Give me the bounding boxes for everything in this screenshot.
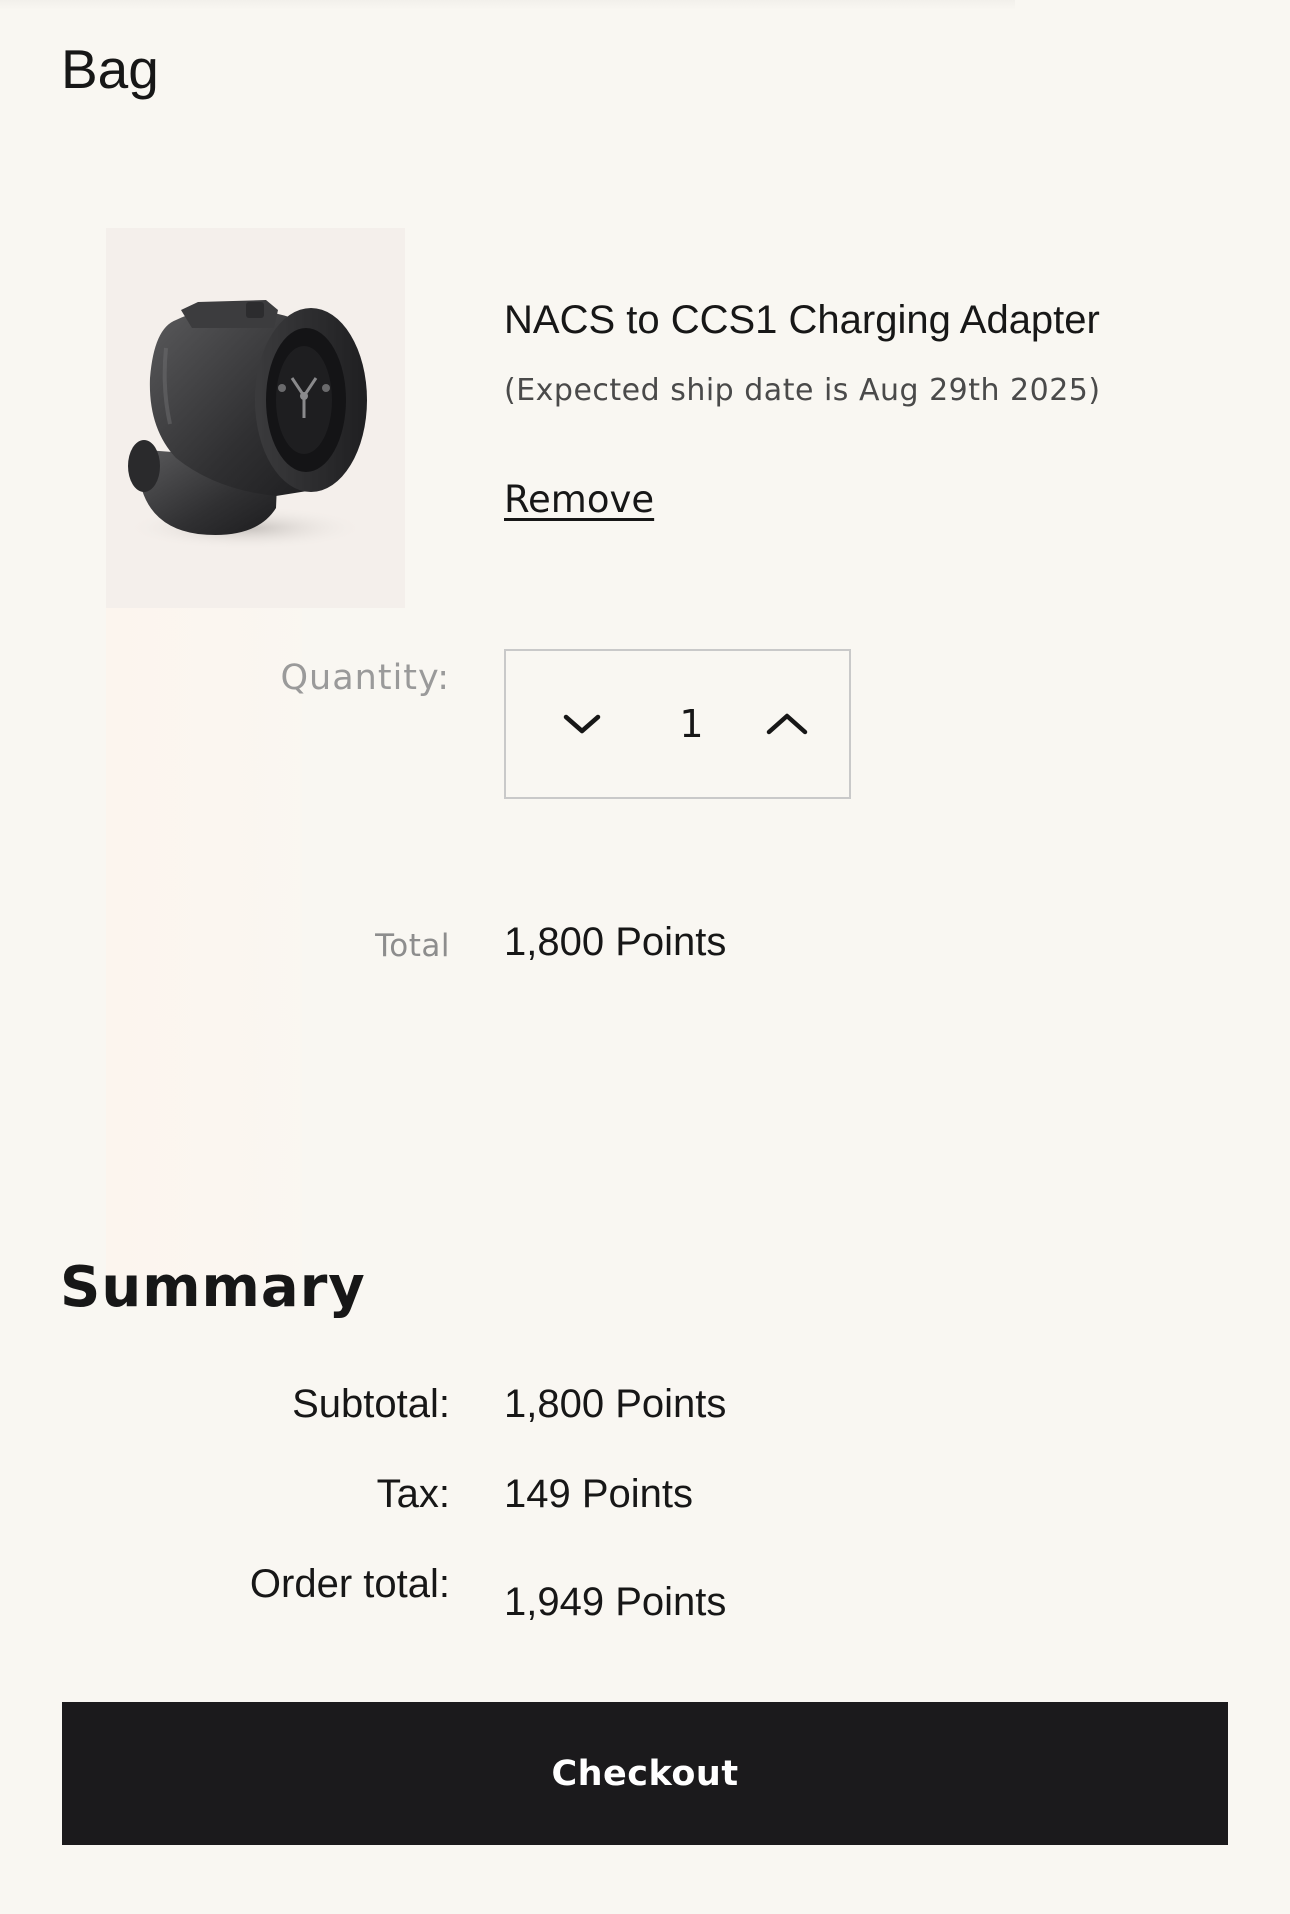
top-edge-divider (0, 0, 1015, 10)
expected-ship-date: (Expected ship date is Aug 29th 2025) (504, 373, 1101, 408)
product-name[interactable]: NACS to CCS1 Charging Adapter (504, 298, 1100, 342)
quantity-stepper: 1 (504, 649, 851, 799)
checkout-button[interactable]: Checkout (62, 1702, 1228, 1845)
decorative-background (106, 600, 302, 1290)
product-image (106, 228, 405, 608)
subtotal-value: 1,800 Points (504, 1382, 727, 1426)
item-total-label: Total (375, 928, 450, 964)
increase-quantity-button[interactable] (759, 696, 815, 752)
item-total-value: 1,800 Points (504, 920, 727, 964)
remove-item-link[interactable]: Remove (504, 478, 654, 521)
chevron-up-icon (766, 713, 808, 735)
order-total-value: 1,949 Points (504, 1580, 727, 1624)
summary-title: Summary (60, 1255, 366, 1320)
subtotal-label: Subtotal: (292, 1382, 450, 1426)
order-total-label: Order total: (249, 1562, 450, 1606)
chevron-down-icon (563, 714, 601, 734)
tax-value: 149 Points (504, 1472, 694, 1516)
charging-adapter-image-icon (126, 300, 367, 550)
bag-title: Bag (61, 38, 159, 100)
quantity-label: Quantity: (280, 658, 450, 698)
tax-label: Tax: (376, 1472, 450, 1516)
bag-page: Bag NACS to CCS1 Charging Adapter (Expec… (0, 0, 1290, 1914)
decrease-quantity-button[interactable] (554, 696, 610, 752)
quantity-value[interactable]: 1 (665, 702, 703, 746)
